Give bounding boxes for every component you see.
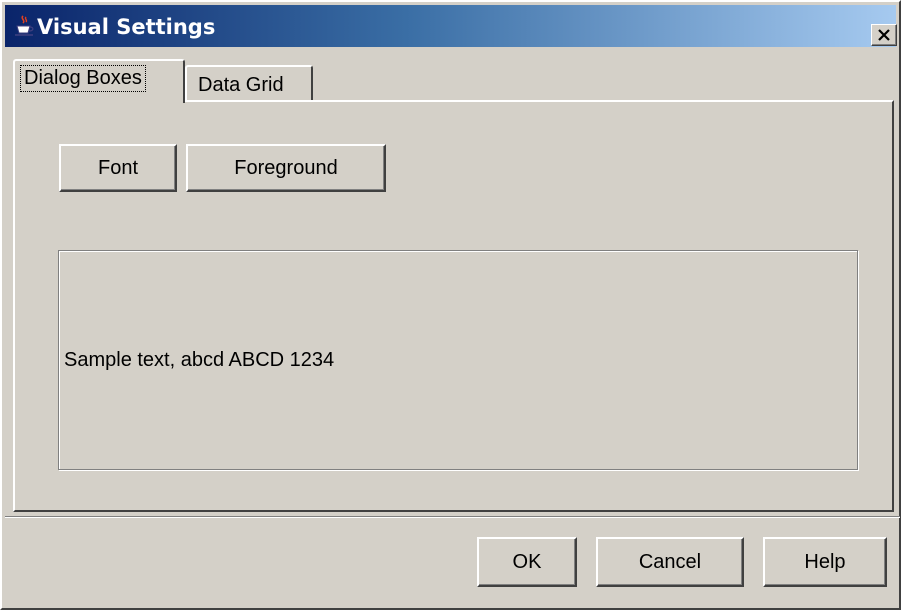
close-icon (878, 29, 890, 41)
cancel-button-label: Cancel (638, 551, 702, 573)
ok-button-label: OK (512, 551, 542, 573)
tab-panel (13, 100, 894, 512)
tab-data-grid[interactable]: Data Grid (185, 65, 313, 101)
footer-separator (5, 516, 900, 518)
help-button[interactable]: Help (763, 537, 887, 587)
tab-dialog-boxes-label: Dialog Boxes (20, 65, 146, 92)
title-bar[interactable]: Visual Settings (5, 5, 897, 47)
tab-data-grid-label: Data Grid (198, 74, 284, 96)
help-button-label: Help (804, 551, 846, 573)
tab-dialog-boxes[interactable]: Dialog Boxes (13, 59, 185, 103)
ok-button[interactable]: OK (477, 537, 577, 587)
close-button[interactable] (871, 24, 897, 46)
cancel-button[interactable]: Cancel (596, 537, 744, 587)
java-cup-icon (15, 15, 34, 36)
visual-settings-dialog: Visual Settings Dialog Boxes Data Grid F… (0, 0, 901, 610)
window-title: Visual Settings (37, 15, 216, 39)
